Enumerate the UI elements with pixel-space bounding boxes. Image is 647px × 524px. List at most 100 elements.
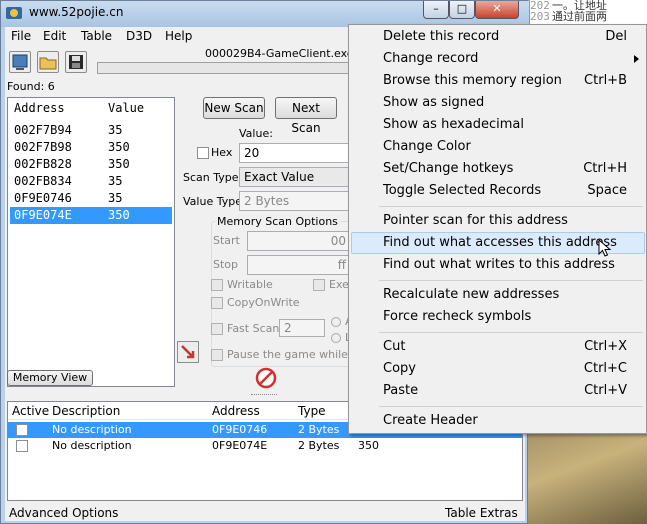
menu-table[interactable]: Table: [81, 29, 112, 43]
stop-address-input[interactable]: ff: [247, 255, 351, 275]
menu-item-create-header[interactable]: Create Header: [351, 410, 645, 432]
menu-item-label: Show as signed: [383, 95, 485, 110]
copyonwrite-checkbox[interactable]: [211, 297, 223, 309]
process-name: 000029B4-GameClient.exe: [205, 47, 354, 60]
list-item[interactable]: 0F9E0746 35: [10, 190, 172, 207]
executable-checkbox[interactable]: [313, 279, 325, 291]
advanced-options-link[interactable]: Advanced Options: [9, 506, 118, 520]
record-address: 0F9E074E: [212, 439, 268, 452]
record-type: 2 Bytes: [298, 423, 340, 436]
fast-scan-label: Fast Scan: [227, 322, 280, 335]
record-type: 2 Bytes: [298, 439, 340, 452]
open-button[interactable]: [37, 51, 59, 73]
menu-item-browse-memory[interactable]: Browse this memory region Ctrl+B: [351, 70, 645, 92]
menu-item-find-accesses[interactable]: Find out what accesses this address: [351, 232, 645, 257]
menu-help[interactable]: Help: [165, 29, 192, 43]
menu-item-label: Create Header: [383, 413, 478, 428]
close-button[interactable]: ✕: [475, 1, 519, 19]
found-addresses-list[interactable]: Address Value 002F7B94 35 002F7B98 350 002…: [7, 97, 175, 387]
menu-item-shortcut: Ctrl+H: [583, 161, 627, 176]
record-address: 0F9E0746: [212, 423, 268, 436]
menu-item-recalculate[interactable]: Recalculate new addresses: [351, 284, 645, 306]
column-description[interactable]: Description: [52, 404, 120, 418]
open-icon: [39, 57, 57, 70]
no-entry-icon: [255, 367, 277, 389]
menu-item-label: Pointer scan for this address: [383, 213, 568, 228]
value-input[interactable]: 20: [239, 143, 351, 163]
start-address-input[interactable]: 00: [247, 231, 351, 251]
column-active[interactable]: Active: [12, 404, 49, 418]
value: 350: [108, 157, 130, 171]
add-address-button[interactable]: [177, 341, 199, 363]
address: 0F9E074E: [14, 208, 72, 222]
list-item[interactable]: 002FB828 350: [10, 156, 172, 173]
fast-scan-alignment-input[interactable]: 2: [279, 319, 325, 337]
column-type[interactable]: Type: [298, 404, 326, 418]
list-item-selected[interactable]: 0F9E074E 350: [10, 207, 172, 224]
menu-edit[interactable]: Edit: [43, 29, 66, 43]
menu-item-label: Paste: [383, 383, 419, 398]
memory-view-button[interactable]: Memory View: [7, 370, 93, 386]
value-label: Value:: [239, 127, 273, 140]
menu-item-label: Delete this record: [383, 29, 500, 44]
menu-item-hotkeys[interactable]: Set/Change hotkeys Ctrl+H: [351, 158, 645, 180]
active-checkbox[interactable]: [16, 424, 28, 436]
fast-scan-checkbox[interactable]: [211, 323, 223, 335]
menu-item-label: Cut: [383, 339, 406, 354]
minimize-button[interactable]: –: [423, 1, 449, 19]
address: 002FB828: [14, 157, 72, 171]
list-item[interactable]: 002FB834 35: [10, 173, 172, 190]
menu-item-delete-record[interactable]: Delete this record Del: [351, 26, 645, 48]
list-item[interactable]: 002F7B94 35: [10, 122, 172, 139]
column-address[interactable]: Address: [212, 404, 260, 418]
menu-item-paste[interactable]: Paste Ctrl+V: [351, 380, 645, 402]
new-scan-button[interactable]: New Scan: [203, 97, 265, 119]
submenu-arrow-icon: [634, 55, 639, 63]
menu-item-show-signed[interactable]: Show as signed: [351, 92, 645, 114]
value: 35: [108, 174, 123, 188]
menu-item-change-color[interactable]: Change Color: [351, 136, 645, 158]
value-type-select[interactable]: 2 Bytes: [239, 191, 351, 211]
menu-item-show-hex[interactable]: Show as hexadecimal: [351, 114, 645, 136]
column-value[interactable]: Value: [108, 101, 144, 115]
last-digits-radio[interactable]: [331, 333, 341, 343]
writable-checkbox[interactable]: [211, 279, 223, 291]
copyonwrite-label: CopyOnWrite: [227, 296, 300, 309]
menu-d3d[interactable]: D3D: [126, 29, 152, 43]
column-address[interactable]: Address: [14, 101, 65, 115]
stop-button[interactable]: [255, 367, 277, 389]
menu-item-change-record[interactable]: Change record: [351, 48, 645, 70]
maximize-button[interactable]: □: [449, 1, 475, 19]
menu-item-cut[interactable]: Cut Ctrl+X: [351, 336, 645, 358]
record-description: No description: [52, 439, 132, 452]
select-process-button[interactable]: [9, 51, 31, 73]
scan-type-select[interactable]: Exact Value: [239, 167, 351, 187]
menu-item-label: Set/Change hotkeys: [383, 161, 514, 176]
active-checkbox[interactable]: [16, 440, 28, 452]
table-row[interactable]: No description 0F9E074E 2 Bytes 350: [8, 438, 522, 454]
menu-item-label: Change record: [383, 51, 479, 66]
next-scan-button[interactable]: Next Scan: [275, 97, 337, 135]
scan-type-label: Scan Type: [183, 171, 239, 184]
status-bar: Advanced Options Table Extras: [5, 505, 525, 521]
alignment-radio[interactable]: [331, 317, 341, 327]
menu-item-label: Toggle Selected Records: [383, 183, 542, 198]
background-editor: 202 一。让地址 203 通过前面两: [530, 0, 647, 24]
hex-checkbox[interactable]: [197, 147, 209, 159]
menu-item-pointer-scan[interactable]: Pointer scan for this address: [351, 210, 645, 232]
memory-scan-options-title: Memory Scan Options: [215, 215, 340, 228]
menu-item-copy[interactable]: Copy Ctrl+C: [351, 358, 645, 380]
table-extras-link[interactable]: Table Extras: [445, 506, 518, 520]
found-count: Found: 6: [7, 80, 55, 93]
menu-file[interactable]: File: [11, 29, 31, 43]
start-label: Start: [213, 234, 240, 247]
stop-label: Stop: [213, 258, 239, 271]
save-button[interactable]: [65, 51, 87, 73]
menu-separator: [379, 332, 643, 333]
menu-item-force-recheck[interactable]: Force recheck symbols: [351, 306, 645, 328]
menu-item-label: Find out what writes to this address: [383, 257, 615, 272]
menu-item-find-writes[interactable]: Find out what writes to this address: [351, 254, 645, 276]
pause-game-checkbox[interactable]: [211, 349, 223, 361]
menu-item-toggle-selected[interactable]: Toggle Selected Records Space: [351, 180, 645, 202]
list-item[interactable]: 002F7B98 350: [10, 139, 172, 156]
